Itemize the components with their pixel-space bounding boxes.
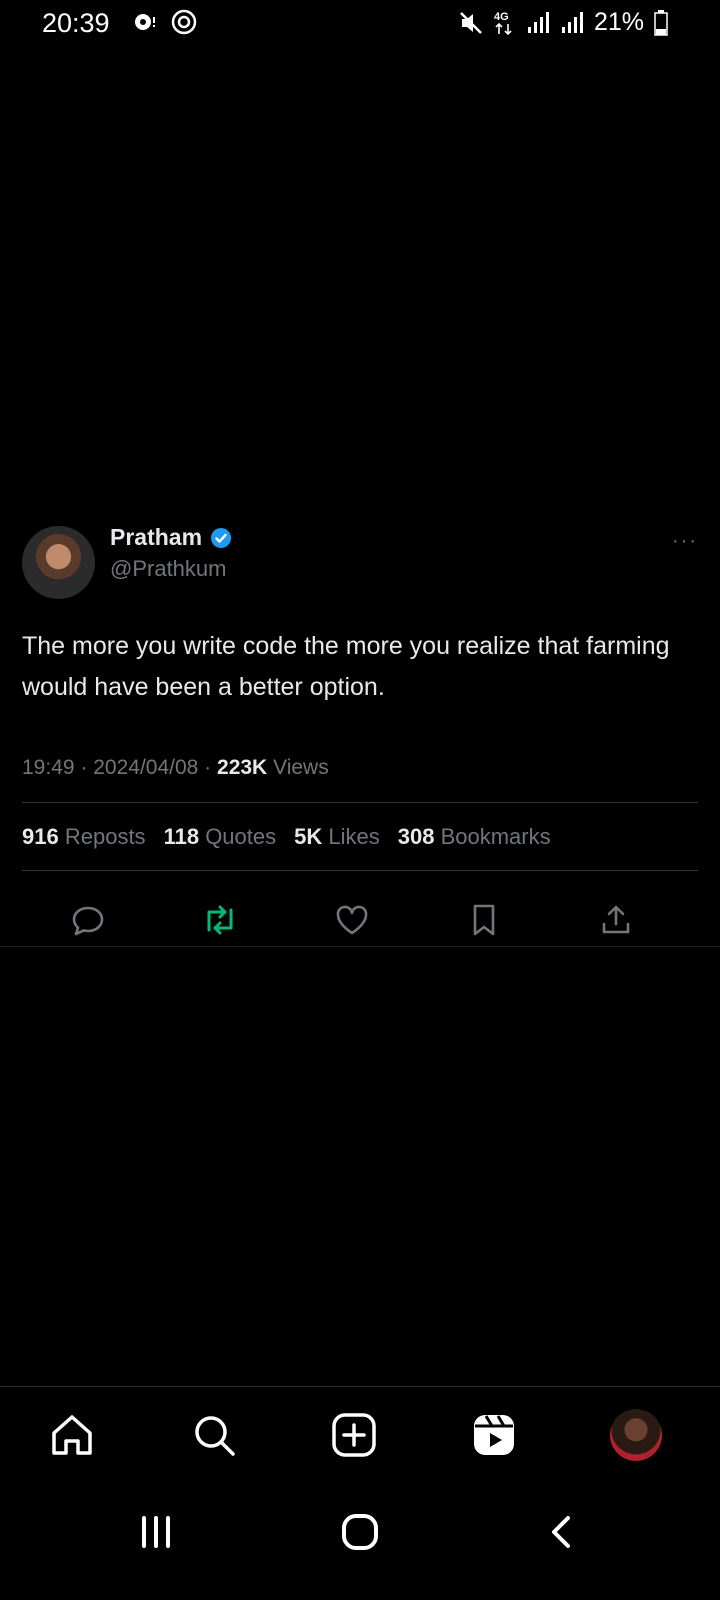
battery-percent: 21% xyxy=(593,8,644,36)
reply-button[interactable] xyxy=(60,892,116,948)
mute-icon xyxy=(460,11,482,34)
like-button[interactable] xyxy=(324,892,380,948)
quotes-count: 118 xyxy=(163,824,200,849)
status-right: 4G 21% xyxy=(458,8,668,37)
notification-icon xyxy=(135,14,155,30)
notification-icons xyxy=(132,8,198,36)
author-avatar[interactable] xyxy=(22,526,95,599)
reels-icon xyxy=(474,1415,514,1455)
recents-icon xyxy=(142,1516,170,1548)
reposts-count: 916 xyxy=(22,824,59,849)
author-name[interactable]: Pratham xyxy=(110,524,202,551)
back-button[interactable] xyxy=(532,1502,592,1562)
profile-avatar xyxy=(610,1409,662,1461)
recents-button[interactable] xyxy=(126,1502,186,1562)
bookmark-button[interactable] xyxy=(456,892,512,948)
reposts-label: Reposts xyxy=(64,824,146,849)
nav-create-button[interactable] xyxy=(328,1409,380,1461)
tweet-actions xyxy=(0,892,720,948)
divider xyxy=(0,946,720,947)
reposts-stat[interactable]: 916 Reposts xyxy=(22,824,146,850)
nav-home-button[interactable] xyxy=(46,1409,98,1461)
author-name-row: Pratham xyxy=(110,524,232,551)
divider xyxy=(22,802,698,803)
share-icon xyxy=(602,905,630,934)
tweet-meta: 19:49 · 2024/04/08 · 223K Views xyxy=(22,756,329,779)
signal-icon xyxy=(527,11,549,33)
tweet-time: 19:49 xyxy=(22,756,75,779)
bookmarks-label: Bookmarks xyxy=(440,824,551,849)
more-options-icon[interactable]: ··· xyxy=(672,530,698,553)
author-handle[interactable]: @Prathkum xyxy=(110,556,226,582)
quotes-stat[interactable]: 118 Quotes xyxy=(164,824,277,850)
views-count: 223K xyxy=(217,756,268,779)
quotes-label: Quotes xyxy=(205,824,277,849)
status-bar: 20:39 4G 21% xyxy=(0,0,720,48)
bookmarks-count: 308 xyxy=(397,824,435,849)
system-nav-bar xyxy=(0,1484,720,1600)
nav-search-button[interactable] xyxy=(188,1409,240,1461)
likes-count: 5K xyxy=(294,824,323,849)
nav-profile-button[interactable] xyxy=(610,1409,662,1461)
bookmarks-stat[interactable]: 308 Bookmarks xyxy=(398,824,551,850)
sync-icon xyxy=(171,9,197,35)
heart-icon xyxy=(336,905,368,935)
divider xyxy=(22,870,698,871)
app-bottom-nav xyxy=(0,1386,720,1483)
system-home-button[interactable] xyxy=(330,1502,390,1562)
search-icon xyxy=(195,1416,235,1456)
svg-text:4G: 4G xyxy=(494,11,509,23)
tweet-stats: 916 Reposts 118 Quotes 5K Likes 308 Book… xyxy=(22,824,551,850)
nav-reels-button[interactable] xyxy=(468,1409,520,1461)
likes-stat[interactable]: 5K Likes xyxy=(294,824,380,850)
back-icon xyxy=(552,1516,570,1548)
bookmark-icon xyxy=(473,904,495,936)
likes-label: Likes xyxy=(328,824,380,849)
tweet-text: The more you write code the more you rea… xyxy=(22,632,670,701)
network-4g-icon: 4G xyxy=(494,11,512,35)
status-time: 20:39 xyxy=(42,8,110,38)
battery-icon xyxy=(654,9,668,36)
home-circle-icon xyxy=(342,1514,378,1550)
repost-button[interactable] xyxy=(192,892,248,948)
share-button[interactable] xyxy=(588,892,644,948)
reply-icon xyxy=(72,906,104,936)
home-icon xyxy=(52,1415,92,1455)
verified-badge-icon xyxy=(211,527,232,548)
views-label: Views xyxy=(273,756,329,779)
tweet-date: 2024/04/08 xyxy=(93,756,199,779)
repost-icon xyxy=(207,905,233,935)
create-icon xyxy=(332,1413,376,1457)
signal-icon-2 xyxy=(561,11,583,33)
